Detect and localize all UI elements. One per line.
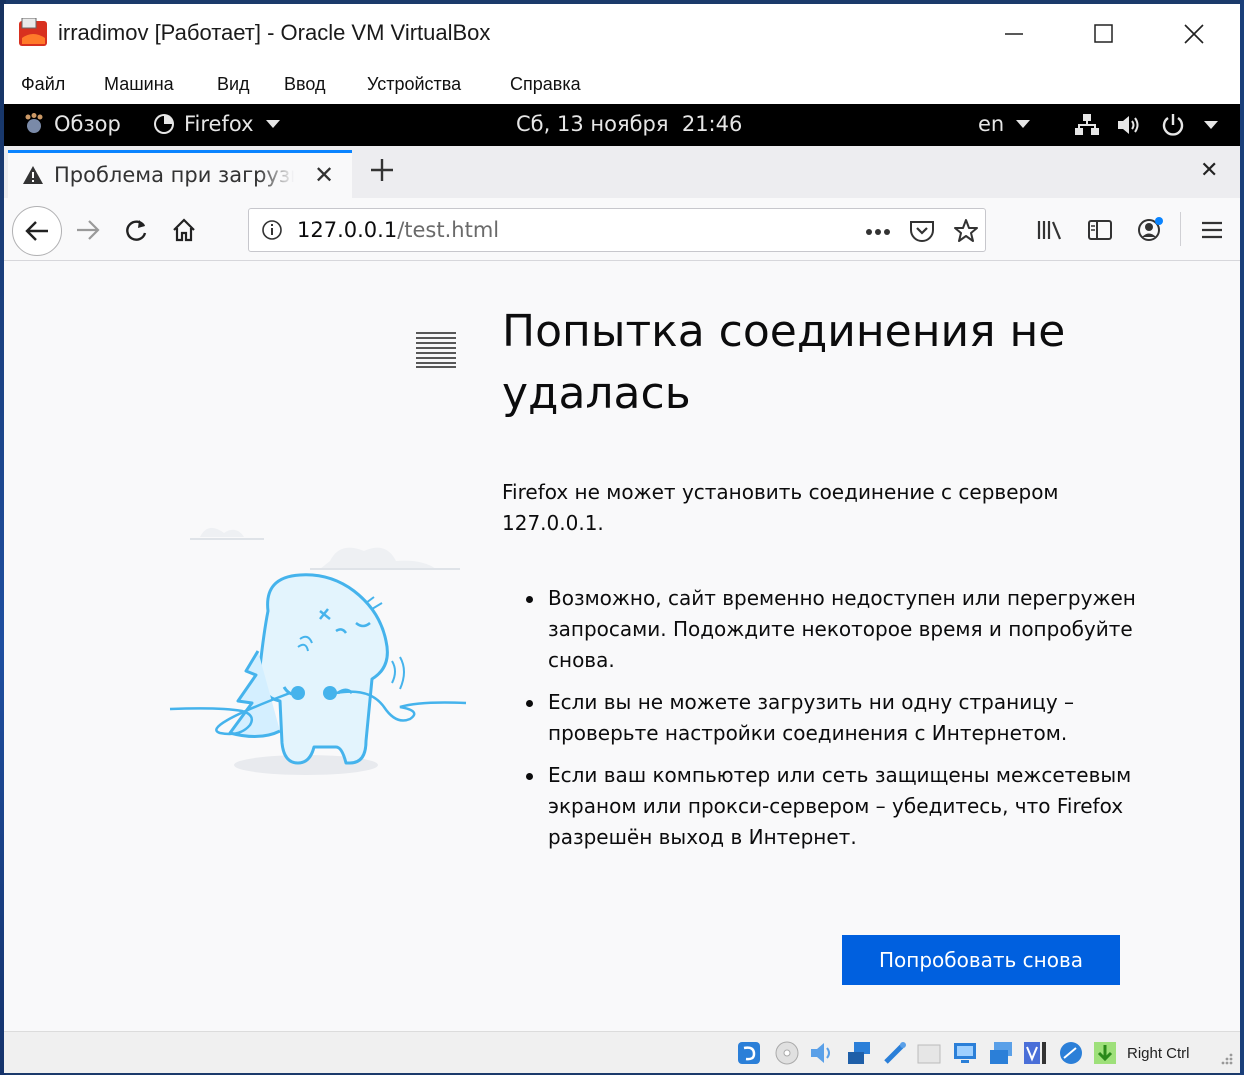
maximize-icon xyxy=(1094,24,1113,43)
gnome-top-bar: Обзор Firefox Сб, 13 ноября 21:46 en xyxy=(4,104,1240,146)
chevron-down-icon xyxy=(1016,120,1031,128)
vbox-menubar: Файл Машина Вид Ввод Устройства Справка xyxy=(4,66,1240,102)
account-icon xyxy=(1138,217,1163,241)
video-capture-icon[interactable] xyxy=(988,1040,1014,1066)
display-icon[interactable] xyxy=(952,1040,978,1066)
menu-machine[interactable]: Машина xyxy=(104,74,174,95)
sidebar-button[interactable] xyxy=(1080,210,1120,250)
error-title: Попытка соединения не удалась xyxy=(502,306,1066,419)
info-icon[interactable] xyxy=(261,219,283,241)
forward-button[interactable] xyxy=(68,210,108,250)
plus-icon xyxy=(371,159,393,181)
keyboard-layout-label: en xyxy=(978,112,1005,136)
library-icon xyxy=(1037,221,1062,240)
volume-icon xyxy=(1118,116,1139,134)
url-host: 127.0.0.1 xyxy=(297,218,398,242)
pocket-icon[interactable] xyxy=(909,219,935,243)
power-icon xyxy=(1162,114,1184,136)
reload-icon xyxy=(126,220,147,241)
app-menu-label: Firefox xyxy=(184,112,254,136)
app-menu[interactable]: Firefox xyxy=(152,112,280,136)
usb-icon[interactable] xyxy=(882,1040,908,1066)
minimize-button[interactable] xyxy=(984,12,1044,56)
vbox-statusbar: Right Ctrl xyxy=(4,1031,1240,1073)
keyboard-layout-menu[interactable]: en xyxy=(978,112,1031,136)
close-tab-icon[interactable]: ✕ xyxy=(314,161,334,189)
shared-folder-icon[interactable] xyxy=(916,1040,942,1066)
close-icon xyxy=(1184,24,1204,44)
page-actions-icon[interactable] xyxy=(865,228,891,236)
network-icon xyxy=(1075,114,1099,135)
url-text[interactable]: 127.0.0.1/test.html xyxy=(297,218,499,242)
home-button[interactable] xyxy=(164,210,204,250)
tab-title: Проблема при загрузке страницы xyxy=(54,163,294,187)
url-bar[interactable]: 127.0.0.1/test.html xyxy=(248,208,986,252)
menu-view[interactable]: Вид xyxy=(217,74,250,95)
broken-image-icon xyxy=(416,332,456,368)
window-title: irradimov [Работает] - Oracle VM Virtual… xyxy=(58,20,491,45)
error-suggestions: Возможно, сайт временно недоступен или п… xyxy=(526,583,1146,864)
host-key-label: Right Ctrl xyxy=(1127,1045,1190,1062)
hamburger-menu-icon xyxy=(1202,221,1222,239)
keyboard-capture-icon[interactable] xyxy=(1092,1040,1118,1066)
menu-devices[interactable]: Устройства xyxy=(367,74,461,95)
network-adapter-icon[interactable] xyxy=(846,1040,872,1066)
list-item: Возможно, сайт временно недоступен или п… xyxy=(526,583,1146,676)
maximize-button[interactable] xyxy=(1074,12,1134,56)
close-window-button[interactable] xyxy=(1164,12,1224,56)
toolbar-divider xyxy=(1180,212,1181,246)
bookmark-star-icon[interactable] xyxy=(953,219,979,243)
unplugged-dinosaur-illustration xyxy=(169,527,467,775)
list-item: Если ваш компьютер или сеть защищены меж… xyxy=(526,760,1146,853)
sidebar-icon xyxy=(1088,220,1112,240)
url-path: /test.html xyxy=(397,218,500,242)
close-firefox-icon[interactable]: ✕ xyxy=(1200,158,1218,183)
audio-icon[interactable] xyxy=(808,1040,834,1066)
virtualization-icon[interactable] xyxy=(1022,1040,1048,1066)
home-icon xyxy=(173,218,195,242)
virtualbox-app-icon xyxy=(19,18,47,46)
forward-arrow-icon xyxy=(77,220,100,240)
activities-label: Обзор xyxy=(54,112,121,136)
mouse-integration-icon[interactable] xyxy=(1058,1040,1084,1066)
app-menu-button[interactable] xyxy=(1192,210,1232,250)
new-tab-button[interactable] xyxy=(362,152,402,192)
error-description: Firefox не может установить соединение с… xyxy=(502,480,1059,535)
back-button[interactable] xyxy=(12,206,62,256)
minimize-icon xyxy=(1005,33,1023,35)
optical-disk-icon[interactable] xyxy=(774,1040,800,1066)
library-button[interactable] xyxy=(1030,210,1070,250)
firefox-tab-strip: Проблема при загрузке страницы ✕ ✕ xyxy=(4,146,1240,198)
account-button[interactable] xyxy=(1130,210,1170,250)
clock[interactable]: Сб, 13 ноября 21:46 xyxy=(516,112,742,136)
resize-grip-icon[interactable] xyxy=(1218,1050,1234,1066)
virtualbox-window: irradimov [Работает] - Oracle VM Virtual… xyxy=(4,4,1240,1073)
hard-disk-icon[interactable] xyxy=(736,1040,762,1066)
list-item: Если вы не можете загрузить ни одну стра… xyxy=(526,687,1146,749)
activities-button[interactable]: Обзор xyxy=(22,112,121,136)
menu-input[interactable]: Ввод xyxy=(284,74,325,95)
menu-file[interactable]: Файл xyxy=(21,74,65,95)
clock-label: Сб, 13 ноября 21:46 xyxy=(516,112,743,136)
page-content: Попытка соединения не удалась Firefox не… xyxy=(4,261,1240,1031)
chevron-down-icon xyxy=(265,120,280,128)
reload-button[interactable] xyxy=(116,210,156,250)
menu-help[interactable]: Справка xyxy=(510,74,581,95)
back-arrow-icon xyxy=(25,221,48,241)
system-menu[interactable] xyxy=(1074,112,1218,138)
vbox-titlebar[interactable]: irradimov [Работает] - Oracle VM Virtual… xyxy=(4,4,1240,62)
tab-error-page[interactable]: Проблема при загрузке страницы ✕ xyxy=(8,150,352,198)
gnome-foot-icon xyxy=(25,113,43,133)
warning-icon xyxy=(23,166,43,184)
desktop-background-right xyxy=(1240,0,1244,1075)
firefox-navbar: 127.0.0.1/test.html xyxy=(4,198,1240,261)
chevron-down-icon xyxy=(1204,121,1218,129)
firefox-icon xyxy=(154,114,174,134)
try-again-button[interactable]: Попробовать снова xyxy=(842,935,1120,985)
